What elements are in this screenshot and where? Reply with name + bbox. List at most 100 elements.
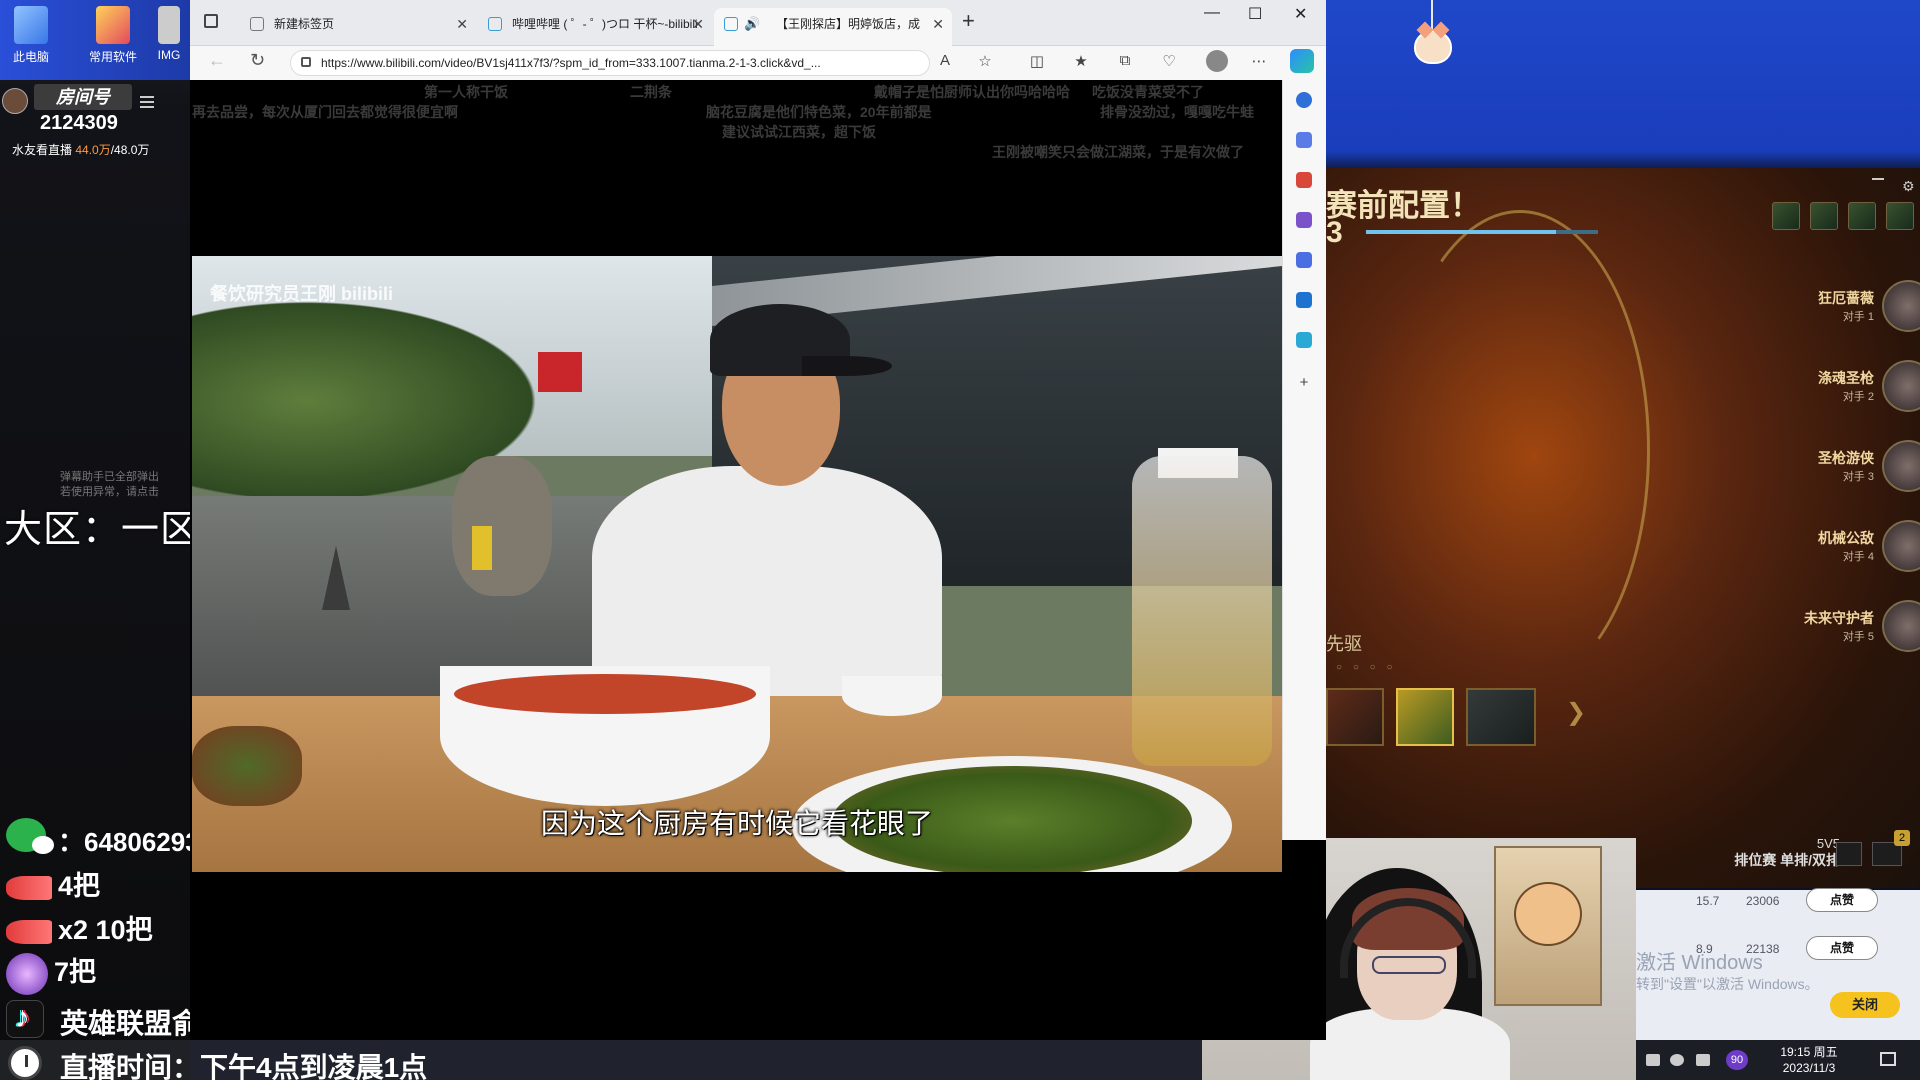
champion-portrait [1882,440,1920,492]
new-tab-button[interactable]: + [962,8,975,34]
browser-essentials-icon[interactable]: ♡ [1160,52,1178,70]
minimize-button[interactable]: — [1204,4,1220,22]
bilibili-icon [724,17,738,31]
back-arrow-icon[interactable]: ← [208,50,226,71]
speaker-icon[interactable]: 🔊 [744,8,760,40]
menu-icon[interactable] [140,96,154,108]
streamer-avatar [2,88,28,114]
skin-option[interactable] [1396,688,1454,746]
like-button[interactable]: 点赞 [1806,888,1878,912]
tab-close-icon[interactable]: ✕ [932,8,944,40]
danmu-comment: 脑花豆腐是他们特色菜，20年前都是 [706,104,932,120]
champion-portrait [1882,600,1920,652]
video-letterbox-bottom [192,872,1202,1040]
chevron-right-icon[interactable]: ❯ [1566,698,1586,727]
like-button[interactable]: 点赞 [1806,936,1878,960]
drop-icon[interactable] [1296,332,1312,348]
collections-icon[interactable]: ⧉ [1116,52,1134,70]
danmu-comment: 第一人称干饭 [424,84,508,100]
status-icon[interactable] [1670,1054,1684,1066]
favorite-star-icon[interactable]: ☆ [976,52,994,70]
skin-option-locked[interactable] [1466,688,1536,746]
tray-app-badge[interactable]: 90 [1726,1050,1748,1070]
timer-ring [1390,210,1650,690]
maximize-button[interactable]: ☐ [1248,4,1262,24]
desktop-icons: 此电脑 常用软件 IMG [0,0,190,80]
pregame-progress [1366,230,1598,234]
panel-minimize-icon[interactable] [1872,178,1884,180]
danmu-comment: 再去品尝，每次从厦门回去都觉得很便宜啊 [192,104,458,120]
wet-floor-sign [472,526,492,570]
champion-portrait [1882,280,1920,332]
search-icon[interactable] [1296,92,1312,108]
game-line-2: x2 10把 [6,908,153,947]
room-number: 2124309 [40,112,118,134]
tab-video-active[interactable]: 🔊 【王刚探店】明婷饭店，成 ✕ [714,8,952,46]
skin-selector [1326,688,1548,746]
traffic-cone [322,546,350,610]
danmu-comment: 排骨没劲过，嘎嘎吃牛蛙 [1100,104,1254,120]
live-schedule: 直播时间：下午4点到凌晨1点 [60,1052,428,1080]
video-letterbox-top: 第一人称干饭 二荆条 戴帽子是怕厨师认出你吗哈哈哈 吃饭没青菜受不了 再去品尝，… [192,80,1282,256]
image-file-icon [158,6,180,44]
danmu-comment: 二荆条 [630,84,672,100]
video-player[interactable]: 餐饮研究员王刚 bilibili 因为这个厨房有时候它看花眼了 [192,256,1282,872]
notification-center-icon[interactable] [1880,1052,1896,1066]
desktop-icon-img[interactable]: IMG [150,6,188,62]
add-sidebar-app-icon[interactable]: + [1295,374,1313,392]
games-icon[interactable] [1296,212,1312,228]
favorites-icon[interactable]: ★ [1072,52,1090,70]
pregame-progress-fill [1366,230,1557,234]
desktop-icon-this-pc[interactable]: 此电脑 [4,6,58,65]
gear-icon[interactable]: ⚙ [1902,178,1915,195]
danmu-comment: 戴帽子是怕厨师认出你吗哈哈哈 [874,84,1070,100]
danmu-comment: 王刚被嘲笑只会做江湖菜，于是有次做了 [992,144,1244,160]
network-icon[interactable] [1646,1054,1660,1066]
player-row[interactable]: 涤魂圣枪 对手 2 [1720,360,1920,420]
tab-new-tab[interactable]: 新建标签页 ✕ [240,8,476,46]
system-clock[interactable]: 19:15 周五 2023/11/3 [1764,1044,1854,1076]
read-aloud-icon[interactable]: A [936,52,954,70]
tab-close-icon[interactable]: ✕ [692,8,704,40]
host-shirt [592,466,942,696]
glasses [1372,956,1446,974]
player-row[interactable]: 圣枪游侠 对手 3 [1720,440,1920,500]
chat-icon[interactable] [1836,842,1862,866]
player-row[interactable]: 未来守护者 对手 5 [1720,600,1920,660]
folder-icon [96,6,130,44]
profile-avatar[interactable] [1206,50,1228,72]
tools-icon[interactable] [1296,172,1312,188]
scene-pedestrians [452,456,552,596]
desktop-icon-common-software[interactable]: 常用软件 [86,6,140,65]
tab-actions-icon[interactable] [204,14,218,28]
bilibili-icon [488,17,502,31]
banned-champion-icon [1848,202,1876,230]
close-button[interactable]: 关闭 [1830,992,1900,1018]
ban-list [1762,202,1914,235]
cat-pendant-icon [1414,30,1452,64]
computer-icon [14,6,48,44]
pagination-dots: ○ ○ ○ ○ [1336,662,1397,673]
player-row[interactable]: 狂厄蔷薇 对手 1 [1720,280,1920,340]
tab-close-icon[interactable]: ✕ [456,8,468,40]
tab-bilibili-home[interactable]: 哔哩哔哩 ( ゜- ゜)つロ 干杯~-bilibili ✕ [478,8,712,46]
poster-face [1514,882,1582,946]
more-options-icon[interactable]: ⋯ [1250,52,1268,70]
skin-option[interactable] [1326,688,1384,746]
microsoft-365-icon[interactable] [1296,252,1312,268]
refresh-icon[interactable]: ↻ [250,50,265,71]
shopping-tag-icon[interactable] [1296,132,1312,148]
outlook-icon[interactable] [1296,292,1312,308]
tiktok-icon [6,1000,44,1038]
windows-activation-title: 激活 Windows [1636,952,1763,974]
copilot-icon[interactable] [1290,49,1314,73]
close-window-button[interactable]: ✕ [1294,4,1307,24]
address-bar[interactable]: https://www.bilibili.com/video/BV1sj411x… [290,50,930,76]
plane-icon [6,875,52,900]
security-icon[interactable] [1696,1054,1710,1066]
split-screen-icon[interactable]: ◫ [1028,52,1046,70]
banned-champion-icon [1810,202,1838,230]
player-row[interactable]: 机械公敌 对手 4 [1720,520,1920,580]
banned-champion-icon [1772,202,1800,230]
plane-icon [6,919,52,944]
